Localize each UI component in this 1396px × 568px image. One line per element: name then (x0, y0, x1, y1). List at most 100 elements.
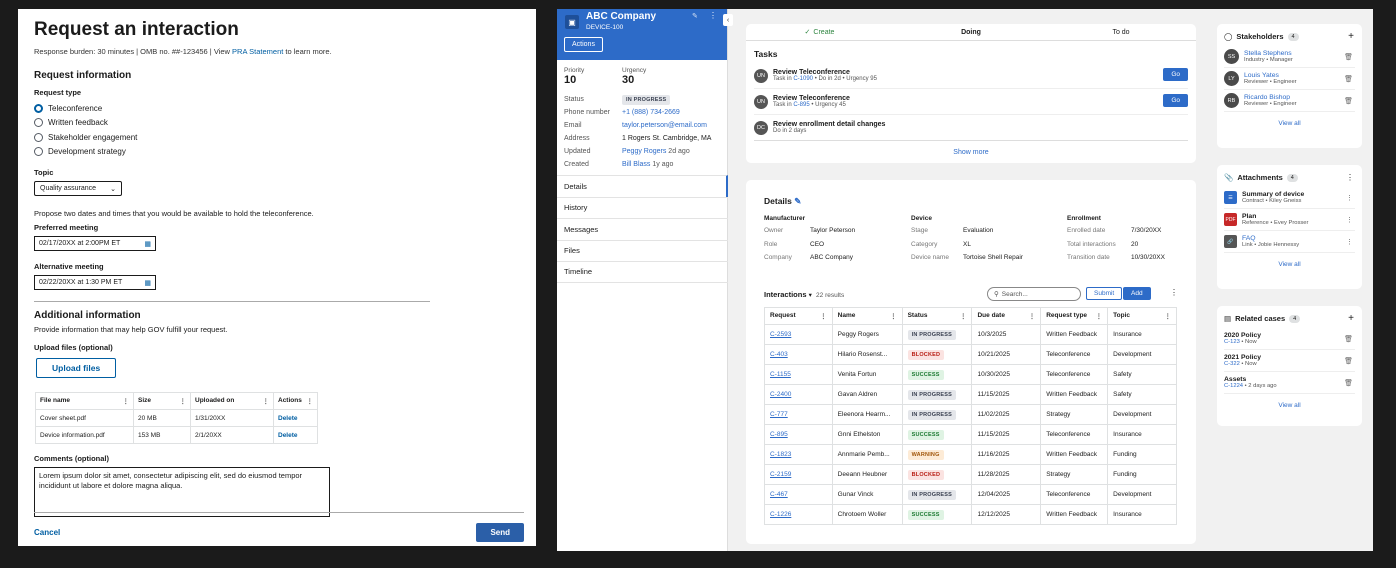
case-link[interactable]: C-123 (1224, 339, 1240, 345)
request-link[interactable]: C-2159 (764, 464, 833, 485)
pencil-icon[interactable]: ✎ (794, 196, 801, 206)
kebab-icon[interactable]: ⋮ (180, 397, 187, 405)
send-button[interactable]: Send (476, 523, 524, 542)
request-link[interactable]: C-2400 (764, 384, 833, 405)
updated-by-link[interactable]: Peggy Rogers (622, 148, 666, 155)
case-link[interactable]: C-322 (1224, 361, 1240, 367)
case-link[interactable]: C-1224 (1224, 383, 1243, 389)
delete-link[interactable]: Delete (273, 409, 318, 427)
column-header[interactable]: Status ⋮ (901, 307, 973, 325)
sidebar-item-history[interactable]: History (557, 196, 728, 219)
trash-icon[interactable]: 🗑 (1344, 75, 1353, 83)
phone-link[interactable]: +1 (888) 734-2669 (622, 109, 680, 116)
go-button[interactable]: Go (1163, 68, 1188, 81)
cancel-link[interactable]: Cancel (34, 528, 60, 537)
kebab-icon[interactable]: ⋮ (123, 397, 130, 405)
radio-selected-icon[interactable] (34, 103, 43, 113)
list-item[interactable]: ☰ Summary of device Contract • Kiley Gnei… (1224, 187, 1355, 209)
kebab-icon[interactable]: ⋮ (1096, 312, 1103, 320)
email-link[interactable]: taylor.peterson@email.com (622, 122, 707, 129)
column-header[interactable]: Uploaded on ⋮ (190, 392, 274, 410)
kebab-icon[interactable]: ⋮ (960, 312, 967, 320)
radio-icon[interactable] (34, 147, 43, 157)
list-item[interactable]: Assets C-1224 • 2 days ago 🗑 (1224, 372, 1355, 394)
calendar-icon[interactable]: ▦ (144, 279, 151, 287)
column-header[interactable]: Size ⋮ (133, 392, 191, 410)
list-item[interactable]: LY Louis Yates Reviewer • Engineer 🗑 (1224, 68, 1355, 90)
stage-create[interactable]: ✓ Create (746, 24, 896, 40)
delete-link[interactable]: Delete (273, 426, 318, 444)
kebab-icon[interactable]: ⋮ (820, 312, 827, 320)
topic-select[interactable]: Quality assurance ⌄ (34, 181, 122, 196)
stakeholder-name-link[interactable]: Stella Stephens (1244, 50, 1293, 57)
add-icon[interactable]: + (1348, 31, 1354, 42)
column-header[interactable]: Request type ⋮ (1040, 307, 1109, 325)
add-icon[interactable]: + (1348, 313, 1354, 324)
radio-stakeholder-engagement[interactable]: Stakeholder engagement (34, 130, 520, 145)
request-link[interactable]: C-895 (764, 424, 833, 445)
radio-icon[interactable] (34, 118, 43, 128)
trash-icon[interactable]: 🗑 (1344, 53, 1353, 61)
list-item[interactable]: RB Ricardo Bishop Reviewer • Engineer 🗑 (1224, 90, 1355, 112)
sidebar-item-timeline[interactable]: Timeline (557, 261, 728, 283)
upload-files-button[interactable]: Upload files (36, 358, 117, 378)
edit-icon[interactable]: ✎ (692, 12, 698, 20)
radio-development-strategy[interactable]: Development strategy (34, 145, 520, 160)
view-all-link[interactable]: View all (1217, 120, 1362, 127)
case-link[interactable]: C-1090 (793, 76, 813, 82)
list-item[interactable]: 2020 Policy C-123 • Now 🗑 (1224, 328, 1355, 350)
column-header[interactable]: Name ⋮ (831, 307, 903, 325)
show-more-link[interactable]: Show more (746, 149, 1196, 156)
comments-textarea[interactable]: Lorem ipsum dolor sit amet, consectetur … (34, 467, 330, 517)
kebab-icon[interactable]: ⋮ (709, 11, 717, 20)
trash-icon[interactable]: 🗑 (1344, 335, 1353, 343)
alternative-meeting-input[interactable]: 02/22/20XX at 1:30 PM ET ▦ (34, 275, 156, 290)
request-link[interactable]: C-777 (764, 404, 833, 425)
kebab-icon[interactable]: ⋮ (1170, 288, 1178, 297)
created-by-link[interactable]: Bill Blass (622, 161, 650, 168)
radio-teleconference[interactable]: Teleconference (34, 101, 520, 116)
kebab-icon[interactable]: ⋮ (1346, 216, 1353, 224)
request-link[interactable]: C-403 (764, 344, 833, 365)
add-button[interactable]: Add (1123, 287, 1151, 300)
collapse-icon[interactable]: ‹ (723, 14, 733, 26)
preferred-meeting-input[interactable]: 02/17/20XX at 2:00PM ET ▦ (34, 236, 156, 251)
sidebar-item-messages[interactable]: Messages (557, 218, 728, 240)
column-header[interactable]: Due date ⋮ (971, 307, 1042, 325)
list-item[interactable]: 🔗 FAQ Link • Jobie Hennessy ⋮ (1224, 231, 1355, 253)
search-input[interactable]: ⚲ Search... (987, 287, 1081, 301)
request-link[interactable]: C-2593 (764, 324, 833, 345)
chevron-down-icon[interactable]: ▾ (809, 292, 812, 299)
radio-icon[interactable] (34, 132, 43, 142)
kebab-icon[interactable]: ⋮ (1346, 194, 1353, 202)
stage-doing[interactable]: Doing (896, 24, 1046, 40)
list-item[interactable]: 2021 Policy C-322 • Now 🗑 (1224, 350, 1355, 372)
column-header[interactable]: File name ⋮ (35, 392, 134, 410)
case-link[interactable]: C-895 (793, 102, 809, 108)
stakeholder-name-link[interactable]: Ricardo Bishop (1244, 94, 1297, 101)
request-link[interactable]: C-1155 (764, 364, 833, 385)
sidebar-item-details[interactable]: Details (557, 175, 728, 197)
kebab-icon[interactable]: ⋮ (307, 397, 314, 405)
trash-icon[interactable]: 🗑 (1344, 357, 1353, 365)
actions-button[interactable]: Actions (564, 37, 603, 52)
view-all-link[interactable]: View all (1217, 402, 1362, 409)
kebab-icon[interactable]: ⋮ (1346, 173, 1354, 182)
view-all-link[interactable]: View all (1217, 261, 1362, 268)
kebab-icon[interactable]: ⋮ (263, 397, 270, 405)
kebab-icon[interactable]: ⋮ (1165, 312, 1172, 320)
go-button[interactable]: Go (1163, 94, 1188, 107)
request-link[interactable]: C-1823 (764, 444, 833, 465)
pra-statement-link[interactable]: PRA Statement (232, 47, 283, 56)
column-header[interactable]: Topic ⋮ (1107, 307, 1177, 325)
column-header[interactable]: Request ⋮ (764, 307, 833, 325)
stakeholder-name-link[interactable]: Louis Yates (1244, 72, 1297, 79)
column-header[interactable]: Actions ⋮ (273, 392, 318, 410)
kebab-icon[interactable]: ⋮ (1029, 312, 1036, 320)
calendar-icon[interactable]: ▦ (144, 240, 151, 248)
request-link[interactable]: C-467 (764, 484, 833, 505)
radio-written-feedback[interactable]: Written feedback (34, 116, 520, 131)
trash-icon[interactable]: 🗑 (1344, 97, 1353, 105)
list-item[interactable]: PDF Plan Reference • Evey Prosser ⋮ (1224, 209, 1355, 231)
sidebar-item-files[interactable]: Files (557, 239, 728, 262)
